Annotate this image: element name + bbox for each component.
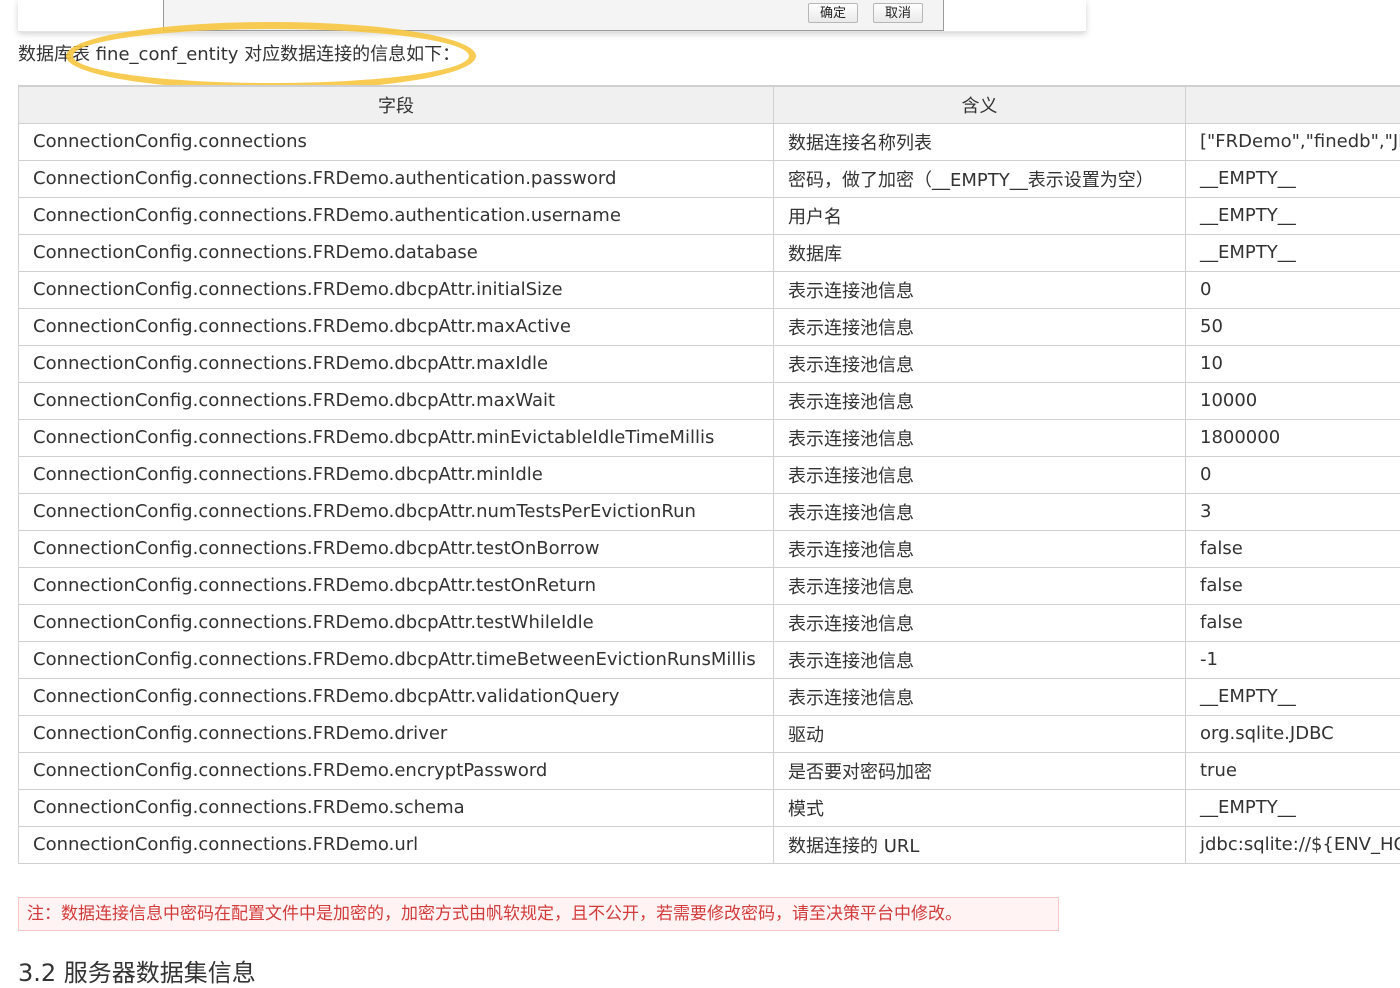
cell-value: __EMPTY__ [1186,234,1400,271]
cell-meaning: 表示连接池信息 [774,493,1186,530]
cell-field: ConnectionConfig.connections.FRDemo.dbcp… [19,345,774,382]
table-row: ConnectionConfig.connections.FRDemo.dbcp… [19,271,1400,308]
cell-value: 1800000 [1186,419,1400,456]
cell-value: __EMPTY__ [1186,789,1400,826]
table-row: ConnectionConfig.connections.FRDemo.dbcp… [19,530,1400,567]
table-row: ConnectionConfig.connections.FRDemo.dbcp… [19,382,1400,419]
cell-value: __EMPTY__ [1186,678,1400,715]
cell-value: org.sqlite.JDBC [1186,715,1400,752]
cell-value: 3 [1186,493,1400,530]
cell-field: ConnectionConfig.connections.FRDemo.data… [19,234,774,271]
table-row: ConnectionConfig.connections.FRDemo.dbcp… [19,456,1400,493]
table-row: ConnectionConfig.connections.FRDemo.url数… [19,826,1400,863]
dialog-footer: 确定 取消 [163,0,944,31]
cell-value: 10 [1186,345,1400,382]
cell-meaning: 表示连接池信息 [774,382,1186,419]
cell-meaning: 数据连接名称列表 [774,123,1186,160]
cell-field: ConnectionConfig.connections.FRDemo.sche… [19,789,774,826]
cell-field: ConnectionConfig.connections.FRDemo.driv… [19,715,774,752]
column-header-value [1186,86,1400,123]
cell-field: ConnectionConfig.connections.FRDemo.auth… [19,197,774,234]
intro-text: 数据库表 fine_conf_entity 对应数据连接的信息如下： [18,40,460,70]
table-row: ConnectionConfig.connections.FRDemo.dbcp… [19,308,1400,345]
cell-field: ConnectionConfig.connections.FRDemo.dbcp… [19,271,774,308]
column-header-meaning: 含义 [774,86,1186,123]
cell-meaning: 用户名 [774,197,1186,234]
cell-meaning: 表示连接池信息 [774,530,1186,567]
table-row: ConnectionConfig.connections.FRDemo.sche… [19,789,1400,826]
cell-field: ConnectionConfig.connections.FRDemo.dbcp… [19,604,774,641]
cell-value: ["FRDemo","finedb","JDBC"] [1186,123,1400,160]
cell-field: ConnectionConfig.connections.FRDemo.dbcp… [19,419,774,456]
ok-button[interactable]: 确定 [808,3,858,23]
table-row: ConnectionConfig.connections 数据连接名称列表["F… [19,123,1400,160]
cell-value: -1 [1186,641,1400,678]
cell-meaning: 表示连接池信息 [774,419,1186,456]
table-row: ConnectionConfig.connections.FRDemo.dbcp… [19,493,1400,530]
cell-field: ConnectionConfig.connections.FRDemo.dbcp… [19,493,774,530]
cell-value: jdbc:sqlite://${ENV_HOME} [1186,826,1400,863]
cell-field: ConnectionConfig.connections.FRDemo.dbcp… [19,530,774,567]
cell-meaning: 表示连接池信息 [774,641,1186,678]
cell-value: __EMPTY__ [1186,197,1400,234]
table-row: ConnectionConfig.connections.FRDemo.auth… [19,197,1400,234]
cell-field: ConnectionConfig.connections.FRDemo.auth… [19,160,774,197]
cell-meaning: 表示连接池信息 [774,567,1186,604]
cell-meaning: 表示连接池信息 [774,456,1186,493]
cell-meaning: 驱动 [774,715,1186,752]
cell-value: true [1186,752,1400,789]
table-row: ConnectionConfig.connections.FRDemo.data… [19,234,1400,271]
cell-value: false [1186,604,1400,641]
embedded-screenshot: 确定 取消 [18,0,1086,32]
table-header-row: 字段 含义 [19,86,1400,123]
table-row: ConnectionConfig.connections.FRDemo.dbcp… [19,419,1400,456]
cell-field: ConnectionConfig.connections.FRDemo.url [19,826,774,863]
cell-field: ConnectionConfig.connections.FRDemo.dbcp… [19,641,774,678]
cell-field: ConnectionConfig.connections.FRDemo.dbcp… [19,308,774,345]
table-row: ConnectionConfig.connections.FRDemo.auth… [19,160,1400,197]
cell-value: false [1186,567,1400,604]
cell-field: ConnectionConfig.connections.FRDemo.dbcp… [19,382,774,419]
fields-table: 字段 含义 ConnectionConfig.connections 数据连接名… [18,85,1400,864]
cell-value: false [1186,530,1400,567]
cell-meaning: 模式 [774,789,1186,826]
column-header-field: 字段 [19,86,774,123]
table-row: ConnectionConfig.connections.FRDemo.dbcp… [19,641,1400,678]
cell-field: ConnectionConfig.connections [19,123,774,160]
cell-meaning: 表示连接池信息 [774,678,1186,715]
cell-field: ConnectionConfig.connections.FRDemo.dbcp… [19,678,774,715]
table-row: ConnectionConfig.connections.FRDemo.dbcp… [19,678,1400,715]
table-row: ConnectionConfig.connections.FRDemo.dbcp… [19,567,1400,604]
cell-meaning: 数据库 [774,234,1186,271]
cell-field: ConnectionConfig.connections.FRDemo.encr… [19,752,774,789]
table-row: ConnectionConfig.connections.FRDemo.dbcp… [19,345,1400,382]
section-heading: 3.2 服务器数据集信息 [18,958,256,988]
cell-value: 50 [1186,308,1400,345]
cell-value: 0 [1186,271,1400,308]
cell-meaning: 表示连接池信息 [774,345,1186,382]
table-row: ConnectionConfig.connections.FRDemo.encr… [19,752,1400,789]
cell-value: __EMPTY__ [1186,160,1400,197]
cell-meaning: 密码，做了加密（__EMPTY__表示设置为空） [774,160,1186,197]
table-container: 字段 含义 ConnectionConfig.connections 数据连接名… [18,85,1400,864]
cancel-button[interactable]: 取消 [873,3,923,23]
cell-meaning: 表示连接池信息 [774,271,1186,308]
cell-field: ConnectionConfig.connections.FRDemo.dbcp… [19,456,774,493]
cell-meaning: 是否要对密码加密 [774,752,1186,789]
table-row: ConnectionConfig.connections.FRDemo.dbcp… [19,604,1400,641]
note-box: 注：数据连接信息中密码在配置文件中是加密的，加密方式由帆软规定，且不公开，若需要… [18,897,1059,931]
cell-meaning: 数据连接的 URL [774,826,1186,863]
cell-meaning: 表示连接池信息 [774,604,1186,641]
cell-meaning: 表示连接池信息 [774,308,1186,345]
cell-value: 0 [1186,456,1400,493]
cell-field: ConnectionConfig.connections.FRDemo.dbcp… [19,567,774,604]
cell-value: 10000 [1186,382,1400,419]
table-row: ConnectionConfig.connections.FRDemo.driv… [19,715,1400,752]
